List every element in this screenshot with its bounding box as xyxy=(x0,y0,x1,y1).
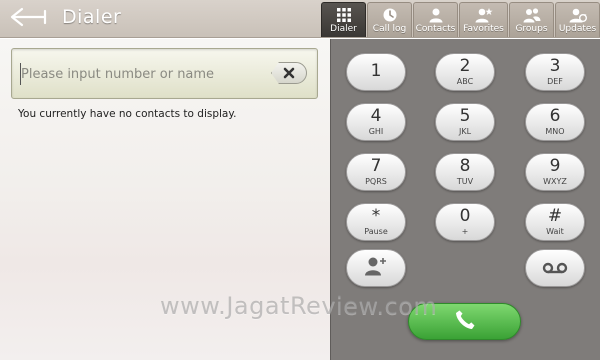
key-digit: 2 xyxy=(459,56,471,76)
voicemail-icon xyxy=(542,259,568,278)
phone-handset-icon xyxy=(454,309,476,335)
contacts-panel: You currently have no contacts to displa… xyxy=(0,39,330,360)
tab-label: Contacts xyxy=(415,24,456,34)
person-star-icon xyxy=(475,6,493,23)
key-8[interactable]: 8 TUV xyxy=(435,153,495,191)
key-2[interactable]: 2 ABC xyxy=(435,53,495,91)
key-letters: GHI xyxy=(368,127,384,136)
tab-label: Favorites xyxy=(463,24,504,34)
key-letters: Wait xyxy=(546,227,564,236)
key-1[interactable]: 1 xyxy=(346,53,406,91)
key-digit: 1 xyxy=(370,60,382,81)
key-9[interactable]: 9 WXYZ xyxy=(525,153,585,191)
key-letters: PQRS xyxy=(365,177,387,186)
key-digit: 6 xyxy=(549,106,561,126)
key-letters: Pause xyxy=(364,227,388,236)
key-letters: WXYZ xyxy=(543,177,567,186)
keypad-panel: 1 2 ABC 3 DEF 4 GHI 5 JKL 6 MNO 7 PQRS 8… xyxy=(330,39,600,360)
person-refresh-icon xyxy=(569,6,587,23)
key-letters: DEF xyxy=(547,77,563,86)
key-3[interactable]: 3 DEF xyxy=(525,53,585,91)
key-4[interactable]: 4 GHI xyxy=(346,103,406,141)
key-digit: 4 xyxy=(370,106,382,126)
key-0[interactable]: 0 + xyxy=(435,203,495,241)
key-letters: MNO xyxy=(545,127,565,136)
tab-label: Updates xyxy=(558,24,597,34)
clock-icon xyxy=(381,6,399,23)
key-digit: 5 xyxy=(459,106,471,126)
key-digit: 7 xyxy=(370,156,382,176)
add-contact-button[interactable] xyxy=(346,249,406,287)
key-letters: + xyxy=(461,227,469,236)
key-digit: # xyxy=(547,206,563,226)
key-7[interactable]: 7 PQRS xyxy=(346,153,406,191)
key-digit: 8 xyxy=(459,156,471,176)
key-digit: * xyxy=(371,206,381,226)
back-button[interactable] xyxy=(6,5,54,33)
tab-groups[interactable]: Groups xyxy=(509,2,554,37)
person-icon xyxy=(427,6,445,23)
tab-label: Call log xyxy=(372,24,407,34)
tab-updates[interactable]: Updates xyxy=(555,2,600,37)
key-letters: JKL xyxy=(458,127,472,136)
top-bar: Dialer Dialer Call log Contacts Favorite… xyxy=(0,0,600,38)
key-star[interactable]: * Pause xyxy=(346,203,406,241)
tab-contacts[interactable]: Contacts xyxy=(413,2,458,37)
tab-call-log[interactable]: Call log xyxy=(367,2,412,37)
close-icon xyxy=(283,64,295,83)
search-box xyxy=(11,48,318,99)
people-icon xyxy=(523,6,541,23)
voicemail-button[interactable] xyxy=(525,249,585,287)
key-digit: 9 xyxy=(549,156,561,176)
empty-contacts-message: You currently have no contacts to displa… xyxy=(18,108,237,120)
dialpad-grid-icon xyxy=(335,6,353,23)
call-button[interactable] xyxy=(408,303,521,340)
key-digit: 3 xyxy=(549,56,561,76)
key-digit: 0 xyxy=(459,206,471,226)
tab-label: Dialer xyxy=(330,24,357,34)
key-hash[interactable]: # Wait xyxy=(525,203,585,241)
search-input[interactable] xyxy=(21,61,271,87)
add-contact-icon xyxy=(364,256,388,280)
back-arrow-icon xyxy=(9,6,51,32)
clear-button[interactable] xyxy=(271,62,307,84)
tab-label: Groups xyxy=(515,24,548,34)
key-6[interactable]: 6 MNO xyxy=(525,103,585,141)
tab-favorites[interactable]: Favorites xyxy=(459,2,508,37)
tab-bar: Dialer Call log Contacts Favorites Group… xyxy=(320,2,600,38)
tab-dialer[interactable]: Dialer xyxy=(321,2,366,37)
key-5[interactable]: 5 JKL xyxy=(435,103,495,141)
app-title: Dialer xyxy=(62,6,122,28)
key-letters: ABC xyxy=(456,77,474,86)
key-letters: TUV xyxy=(456,177,474,186)
